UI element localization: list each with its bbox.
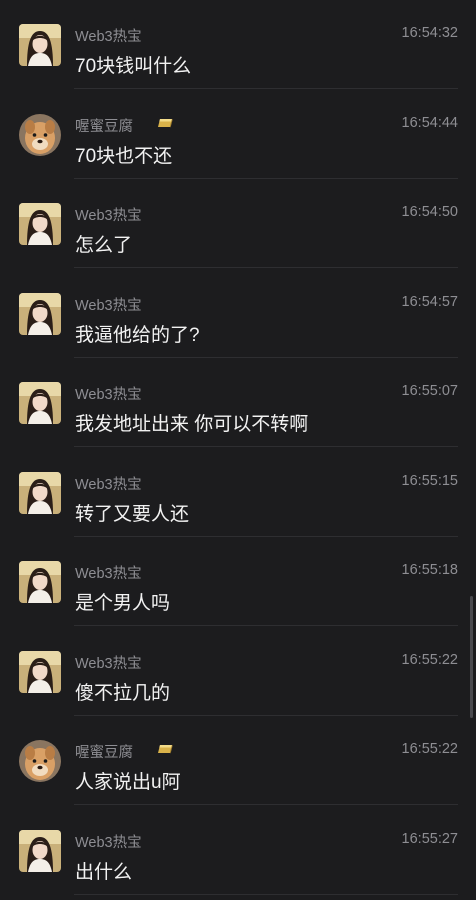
message-text: 怎么了	[75, 235, 133, 256]
message-row[interactable]: Web3热宝 16:55:15 转了又要人还	[0, 448, 476, 537]
message-row[interactable]: Web3热宝 16:55:18 是个男人吗	[0, 537, 476, 626]
message-text: 人家说出u阿	[75, 772, 181, 793]
message-timestamp: 16:54:44	[401, 114, 458, 131]
sender-name[interactable]: Web3热宝	[75, 204, 142, 225]
message-text: 傻不拉几的	[75, 682, 171, 704]
divider	[74, 893, 458, 895]
sender-name[interactable]: Web3热宝	[75, 25, 142, 46]
girl-avatar[interactable]	[19, 561, 61, 603]
message-timestamp: 16:55:15	[401, 472, 458, 489]
message-row[interactable]: Web3热宝 16:54:50 怎么了	[0, 179, 476, 268]
dog-avatar[interactable]	[19, 740, 61, 782]
chat-message-list[interactable]: Web3热宝 16:54:32 70块钱叫什么 喔蜜豆腐 16:54:44 70块也不…	[0, 0, 476, 900]
sender-name[interactable]: 喔蜜豆腐	[75, 115, 133, 136]
girl-avatar[interactable]	[19, 650, 61, 693]
message-text: 70块钱叫什么	[75, 56, 192, 77]
gold-bar-icon	[157, 118, 173, 128]
message-text: 是个男人吗	[75, 593, 171, 614]
message-timestamp: 16:55:07	[401, 383, 458, 399]
message-text: 我发地址出来 你可以不转啊	[75, 414, 309, 435]
girl-avatar[interactable]	[19, 829, 61, 872]
sender-name[interactable]: Web3热宝	[75, 473, 142, 494]
message-text: 出什么	[75, 861, 133, 883]
sender-name[interactable]: Web3热宝	[75, 652, 142, 673]
message-row[interactable]: Web3热宝 16:55:27 出什么	[0, 806, 476, 895]
sender-name[interactable]: Web3热宝	[75, 562, 142, 583]
message-text: 转了又要人还	[75, 503, 190, 525]
girl-avatar[interactable]	[19, 471, 61, 514]
message-timestamp: 16:55:22	[401, 741, 458, 757]
sender-name[interactable]: Web3热宝	[75, 831, 142, 852]
gold-bar-icon	[157, 744, 173, 754]
girl-avatar[interactable]	[19, 203, 61, 245]
girl-avatar[interactable]	[19, 382, 61, 424]
message-timestamp: 16:54:57	[401, 293, 458, 310]
sender-name[interactable]: Web3热宝	[75, 383, 142, 404]
message-timestamp: 16:54:50	[401, 204, 458, 220]
dog-avatar[interactable]	[19, 113, 61, 156]
message-text: 我逼他给的了?	[75, 324, 200, 346]
message-timestamp: 16:54:32	[401, 25, 458, 41]
message-row[interactable]: 喔蜜豆腐 16:54:44 70块也不还	[0, 90, 476, 179]
sender-name[interactable]: 喔蜜豆腐	[75, 741, 133, 762]
message-row[interactable]: Web3热宝 16:55:07 我发地址出来 你可以不转啊	[0, 358, 476, 447]
message-row[interactable]: Web3热宝 16:55:22 傻不拉几的	[0, 627, 476, 716]
message-row[interactable]: Web3热宝 16:54:32 70块钱叫什么	[0, 0, 476, 89]
message-timestamp: 16:55:22	[401, 651, 458, 668]
message-row[interactable]: 喔蜜豆腐 16:55:22 人家说出u阿	[0, 716, 476, 805]
girl-avatar[interactable]	[19, 292, 61, 335]
message-timestamp: 16:55:18	[401, 562, 458, 578]
message-text: 70块也不还	[75, 145, 173, 167]
message-timestamp: 16:55:27	[401, 830, 458, 847]
sender-name[interactable]: Web3热宝	[75, 294, 142, 315]
girl-avatar[interactable]	[19, 24, 61, 66]
message-row[interactable]: Web3热宝 16:54:57 我逼他给的了?	[0, 269, 476, 358]
